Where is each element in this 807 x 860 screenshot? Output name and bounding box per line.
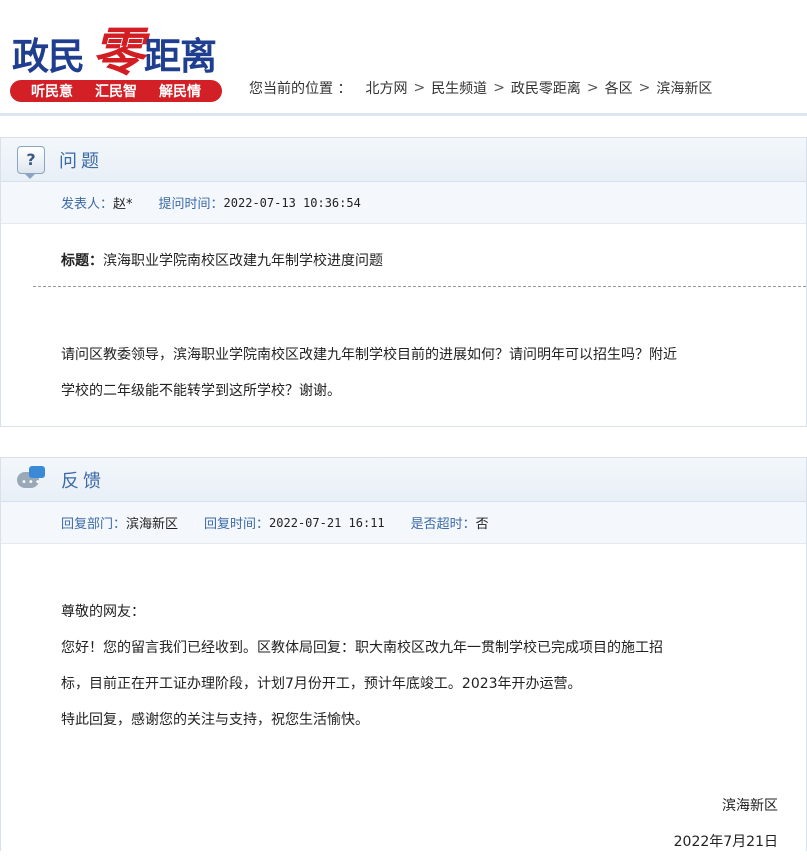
feedback-section-title: 反馈 [61, 470, 105, 492]
dept-value: 滨海新区 [126, 517, 179, 532]
question-section-title: 问题 [59, 150, 103, 172]
dept-label: 回复部门： [61, 517, 127, 532]
breadcrumb-item-minsheng[interactable]: 民生频道 [431, 78, 487, 98]
feedback-body: 尊敬的网友： 您好！您的留言我们已经收到。区教体局回复：职大南校区改九年一贯制学… [1, 544, 806, 738]
feedback-line: 您好！您的留言我们已经收到。区教体局回复：职大南校区改九年一贯制学校已完成项目的… [61, 640, 663, 656]
feedback-signature: 滨海新区 2022年7月21日 [1, 788, 806, 860]
breadcrumb-item-binhai[interactable]: 滨海新区 [656, 78, 712, 98]
logo-slogan-bar: 听民意 汇民智 解民情 [10, 80, 222, 102]
question-body-line: 学校的二年级能不能转学到这所学校？谢谢。 [61, 383, 341, 399]
breadcrumb-separator: > [638, 80, 651, 96]
question-meta: 发表人： 赵* 提问时间： 2022-07-13 10:36:54 [1, 182, 806, 224]
slogan-1: 听民意 [31, 84, 73, 100]
subject-value: 滨海职业学院南校区改建九年制学校进度问题 [103, 253, 383, 269]
question-time-label: 提问时间： [158, 197, 224, 212]
logo-title-part2: 零 [92, 22, 145, 83]
feedback-panel-header: ••• 反馈 [1, 458, 806, 502]
header-divider [0, 113, 807, 116]
reply-time-value: 2022-07-21 16:11 [269, 515, 385, 530]
question-time-value: 2022-07-13 10:36:54 [223, 195, 361, 210]
question-panel-header: ? 问题 [1, 138, 806, 182]
logo-title-part1: 政民 [12, 34, 85, 78]
subject-label: 标题： [61, 253, 103, 269]
overdue-value: 否 [475, 517, 489, 532]
breadcrumb-item-beifangwang[interactable]: 北方网 [365, 78, 407, 98]
breadcrumb-separator: > [586, 80, 599, 96]
breadcrumb-lead: 您当前的位置 ： [249, 81, 352, 97]
overdue-label: 是否超时： [410, 517, 476, 532]
breadcrumb-item-zhengmin[interactable]: 政民零距离 [511, 78, 581, 98]
slogan-3: 解民情 [159, 84, 201, 100]
breadcrumb-separator: > [493, 80, 505, 96]
feedback-greeting: 尊敬的网友： [61, 604, 145, 620]
question-panel: ? 问题 发表人： 赵* 提问时间： 2022-07-13 10:36:54 标… [0, 137, 807, 427]
feedback-meta: 回复部门： 滨海新区 回复时间： 2022-07-21 16:11 是否超时： … [1, 502, 806, 544]
breadcrumb-separator: > [413, 80, 426, 96]
question-body-line: 请问区教委领导，滨海职业学院南校区改建九年制学校目前的进展如何？请问明年可以招生… [61, 347, 677, 363]
slogan-2: 汇民智 [95, 84, 137, 100]
signature-date: 2022年7月21日 [673, 834, 778, 850]
feedback-line: 标，目前正在开工证办理阶段，计划7月份开工，预计年底竣工。2023年开办运营。 [61, 676, 582, 692]
author-label: 发表人： [61, 197, 114, 212]
logo-title-part3: 距离 [144, 34, 217, 78]
breadcrumb-item-district[interactable]: 各区 [605, 78, 633, 98]
question-body: 请问区教委领导，滨海职业学院南校区改建九年制学校目前的进展如何？请问明年可以招生… [1, 287, 806, 409]
chat-bubbles-icon: ••• [17, 465, 47, 494]
author-value: 赵* [113, 197, 133, 212]
site-logo[interactable]: 政民 零 距离 听民意 汇民智 解民情 [10, 6, 225, 104]
question-icon: ? [17, 145, 45, 179]
feedback-line: 特此回复，感谢您的关注与支持，祝您生活愉快。 [61, 712, 369, 728]
page-header: 政民 零 距离 听民意 汇民智 解民情 您当前的位置 ： 北方网 > 民生频道 … [0, 0, 807, 116]
reply-time-label: 回复时间： [204, 517, 270, 532]
signature-org: 滨海新区 [722, 798, 778, 814]
breadcrumb: 您当前的位置 ： 北方网 > 民生频道 > 政民零距离 > 各区 > 滨海新区 [249, 78, 712, 98]
question-subject: 标题：滨海职业学院南校区改建九年制学校进度问题 [1, 224, 806, 286]
feedback-panel: ••• 反馈 回复部门： 滨海新区 回复时间： 2022-07-21 16:11… [0, 457, 807, 851]
